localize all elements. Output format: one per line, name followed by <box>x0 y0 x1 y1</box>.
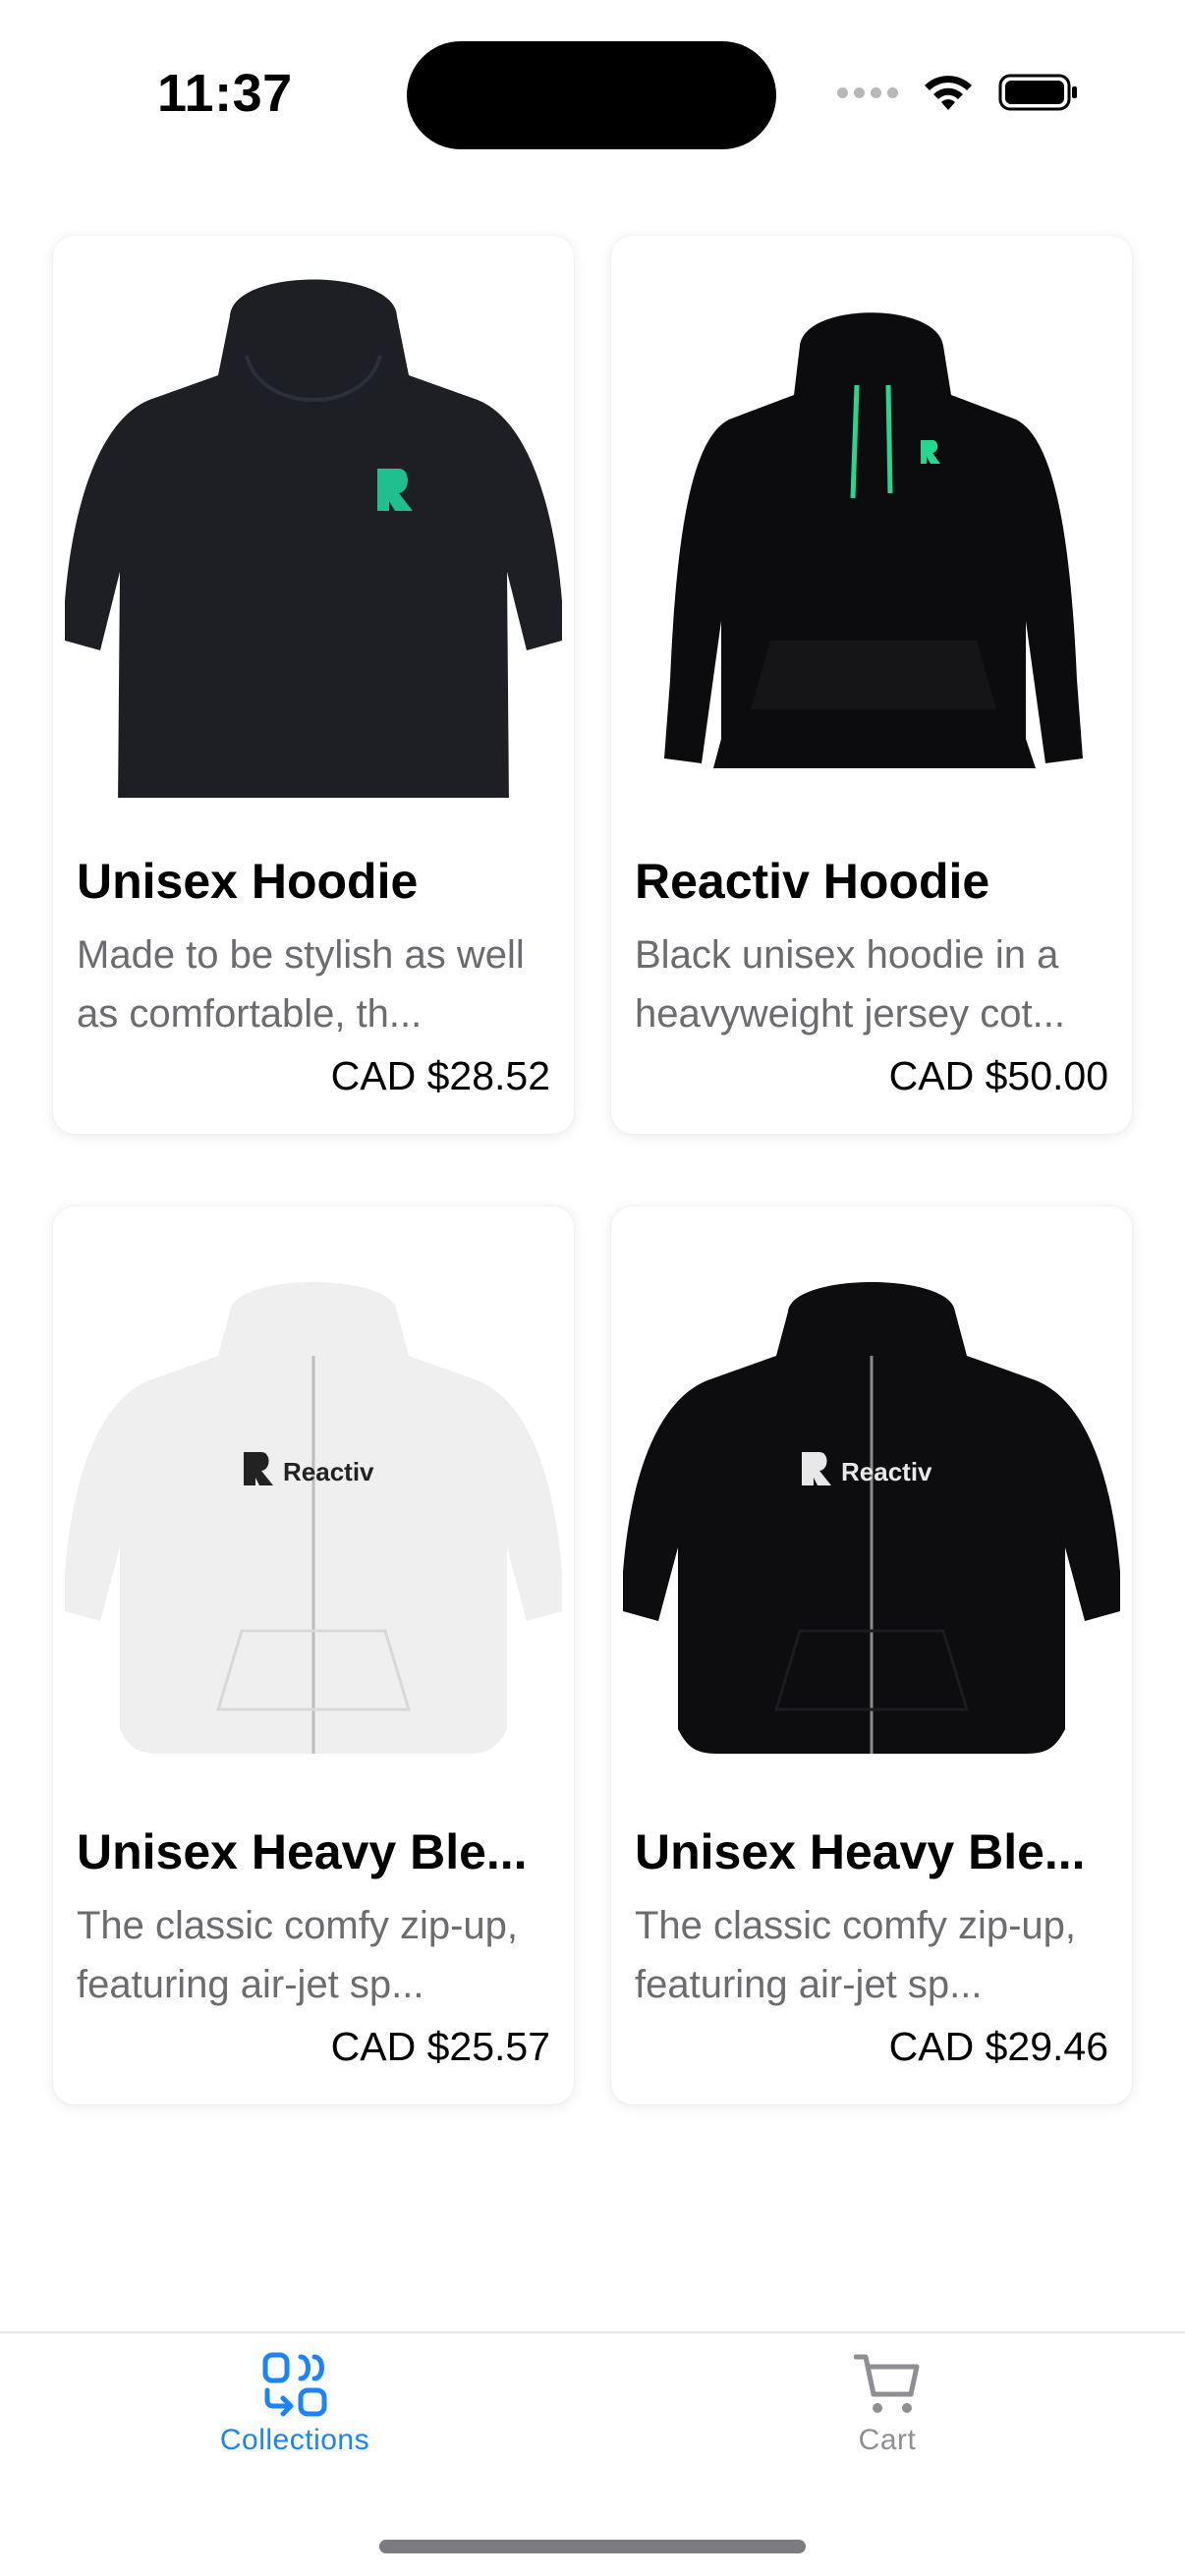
hoodie-zip-image: Reactiv <box>65 1282 562 1754</box>
cellular-signal-icon <box>837 86 898 98</box>
product-image[interactable] <box>65 248 562 798</box>
product-description: The classic comfy zip-up, featuring air-… <box>77 1904 519 2006</box>
status-time: 11:37 <box>157 64 293 123</box>
product-price: CAD $28.52 <box>330 1053 550 1098</box>
svg-text:Reactiv: Reactiv <box>283 1457 374 1486</box>
status-icons <box>837 73 1079 112</box>
tab-collections-label: Collections <box>219 2424 370 2456</box>
product-card[interactable]: Reactiv Hoodie Black unisex hoodie in a … <box>611 236 1132 1134</box>
product-image[interactable] <box>623 248 1120 798</box>
product-price: CAD $29.46 <box>888 2024 1108 2069</box>
product-card[interactable]: Reactiv Unisex Heavy Ble... The classic … <box>53 1206 574 2104</box>
svg-text:Reactiv: Reactiv <box>841 1457 932 1486</box>
product-image[interactable]: Reactiv <box>623 1218 1120 1768</box>
product-grid: Unisex Hoodie Made to be stylish as well… <box>53 236 1132 2104</box>
hoodie-pullover-image <box>664 312 1083 768</box>
product-title: Reactiv Hoodie <box>635 854 990 909</box>
dynamic-island <box>407 41 776 149</box>
wifi-icon <box>925 76 972 110</box>
status-bar: 11:37 <box>0 0 1185 187</box>
collections-icon <box>262 2352 327 2417</box>
cart-icon <box>854 2354 920 2413</box>
product-description: Black unisex hoodie in a heavyweight jer… <box>635 933 1065 1036</box>
product-title: Unisex Heavy Ble... <box>77 1824 528 1879</box>
tab-cart-label: Cart <box>858 2424 917 2456</box>
product-price: CAD $25.57 <box>330 2024 550 2069</box>
product-image[interactable]: Reactiv <box>65 1218 562 1768</box>
product-card[interactable]: Reactiv Unisex Heavy Ble... The classic … <box>611 1206 1132 2104</box>
tab-collections[interactable]: Collections <box>147 2351 442 2457</box>
product-card[interactable]: Unisex Hoodie Made to be stylish as well… <box>53 236 574 1134</box>
product-title: Unisex Hoodie <box>77 854 419 909</box>
tab-cart[interactable]: Cart <box>740 2351 1035 2457</box>
battery-icon <box>998 74 1077 111</box>
product-title: Unisex Heavy Ble... <box>635 1824 1086 1879</box>
product-description: The classic comfy zip-up, featuring air-… <box>635 1904 1077 2006</box>
product-price: CAD $50.00 <box>888 1053 1108 1098</box>
home-indicator[interactable] <box>379 2540 806 2553</box>
product-description: Made to be stylish as well as comfortabl… <box>77 933 525 1036</box>
hoodie-pullover-image <box>65 279 562 798</box>
hoodie-zip-image: Reactiv <box>623 1282 1120 1754</box>
